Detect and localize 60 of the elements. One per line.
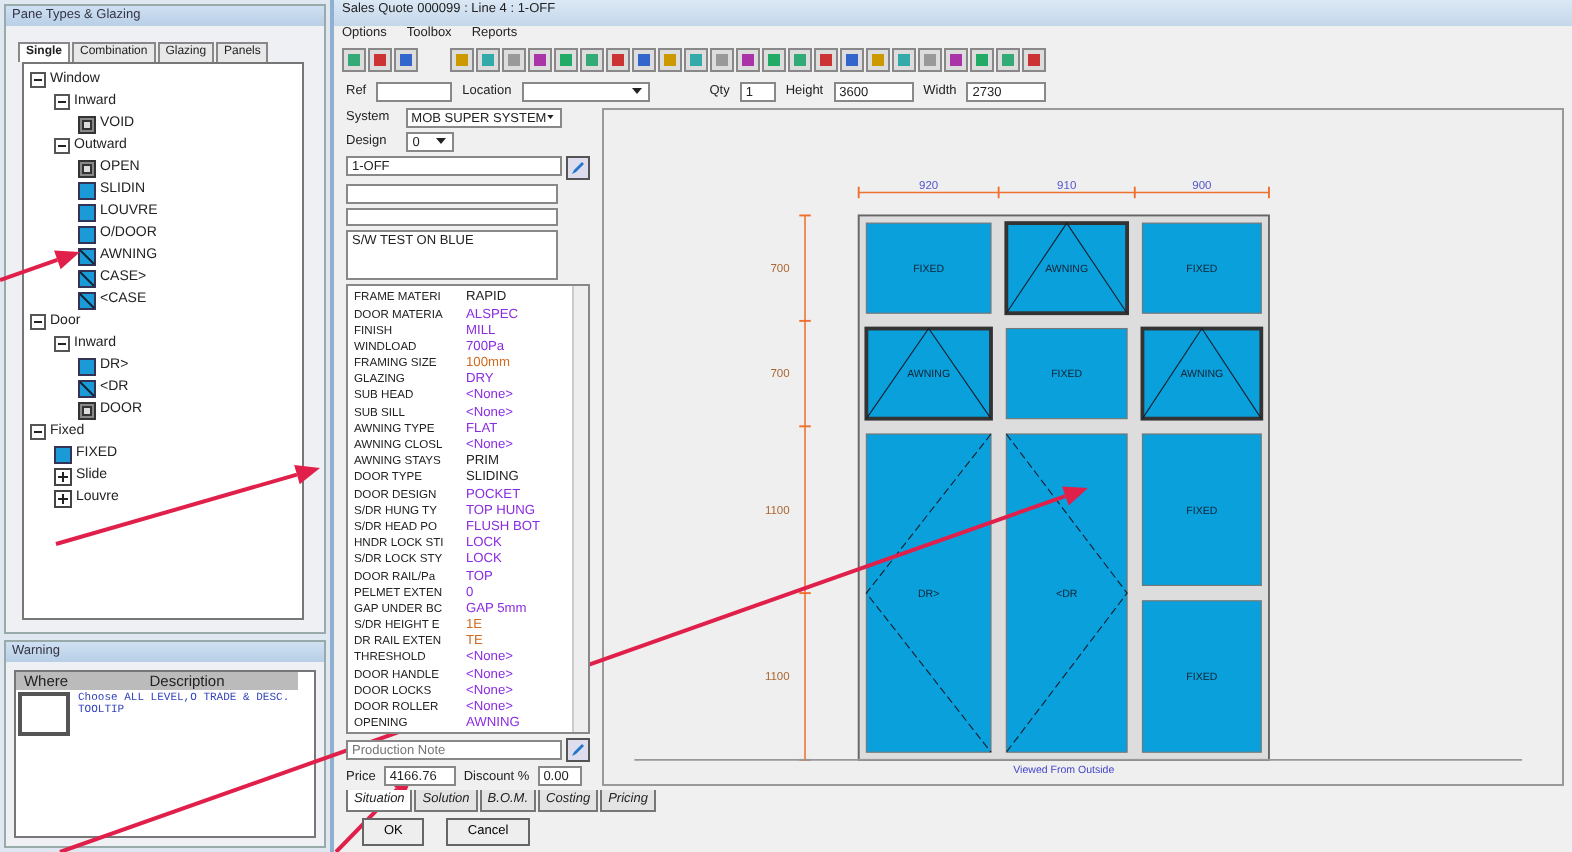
tool-icon[interactable] bbox=[658, 48, 682, 72]
pencil-icon bbox=[570, 160, 586, 176]
location-dropdown[interactable] bbox=[521, 82, 650, 102]
plus-icon bbox=[54, 467, 72, 486]
tool-icon[interactable] bbox=[762, 48, 786, 72]
tool-icon[interactable] bbox=[996, 48, 1020, 72]
scrollbar[interactable] bbox=[572, 286, 588, 733]
collapse-icon[interactable] bbox=[30, 314, 46, 331]
collapse-icon[interactable] bbox=[54, 94, 70, 111]
collapse-icon[interactable] bbox=[30, 424, 46, 441]
tool-icon[interactable] bbox=[394, 48, 418, 72]
tool-icon[interactable] bbox=[736, 48, 760, 72]
tool-icon[interactable] bbox=[342, 48, 366, 72]
tool-icon[interactable] bbox=[502, 48, 526, 72]
tool-icon[interactable] bbox=[970, 48, 994, 72]
input-field[interactable] bbox=[346, 184, 558, 204]
dropdown-arrow-icon bbox=[629, 84, 644, 98]
pencil-icon bbox=[570, 742, 586, 759]
input-field[interactable] bbox=[376, 82, 453, 102]
tool-icon[interactable] bbox=[554, 48, 578, 72]
tool-icon[interactable] bbox=[892, 48, 916, 72]
filled-pane-icon bbox=[78, 357, 96, 376]
tool-icon[interactable] bbox=[866, 48, 890, 72]
void-pane-icon bbox=[78, 115, 96, 134]
input-field[interactable] bbox=[346, 207, 558, 227]
tool-icon[interactable] bbox=[476, 48, 500, 72]
tool-icon[interactable] bbox=[788, 48, 812, 72]
sash-pane-icon bbox=[78, 247, 96, 266]
tool-icon[interactable] bbox=[450, 48, 474, 72]
filled-pane-icon bbox=[54, 445, 72, 464]
tool-icon[interactable] bbox=[710, 48, 734, 72]
tool-icon[interactable] bbox=[918, 48, 942, 72]
void-pane-icon bbox=[78, 159, 96, 178]
sash-pane-icon bbox=[78, 291, 96, 310]
awning-pane[interactable] bbox=[864, 326, 993, 421]
void-pane-icon bbox=[78, 401, 96, 420]
tool-icon[interactable] bbox=[684, 48, 708, 72]
tool-icon[interactable] bbox=[632, 48, 656, 72]
collapse-icon[interactable] bbox=[54, 336, 70, 353]
tool-icon[interactable] bbox=[606, 48, 630, 72]
edit-button[interactable] bbox=[566, 738, 590, 763]
tool-icon[interactable] bbox=[580, 48, 604, 72]
plus-icon bbox=[54, 489, 72, 508]
sash-pane-icon bbox=[78, 379, 96, 398]
edit-button[interactable] bbox=[566, 156, 590, 180]
awning-pane[interactable] bbox=[1004, 221, 1129, 316]
dropdown-arrow-icon bbox=[434, 134, 449, 148]
fixed-pane[interactable] bbox=[1005, 327, 1128, 420]
tool-icon[interactable] bbox=[944, 48, 968, 72]
dropdown-arrow-icon bbox=[546, 110, 556, 124]
annotation-arrow bbox=[0, 250, 80, 282]
tool-icon[interactable] bbox=[1022, 48, 1046, 72]
collapse-icon[interactable] bbox=[54, 138, 70, 155]
tool-icon[interactable] bbox=[528, 48, 552, 72]
tool-icon[interactable] bbox=[368, 48, 392, 72]
collapse-icon[interactable] bbox=[30, 72, 46, 89]
tool-icon[interactable] bbox=[814, 48, 838, 72]
tool-icon[interactable] bbox=[840, 48, 864, 72]
sash-pane-icon bbox=[78, 269, 96, 288]
awning-pane[interactable] bbox=[1140, 326, 1264, 421]
